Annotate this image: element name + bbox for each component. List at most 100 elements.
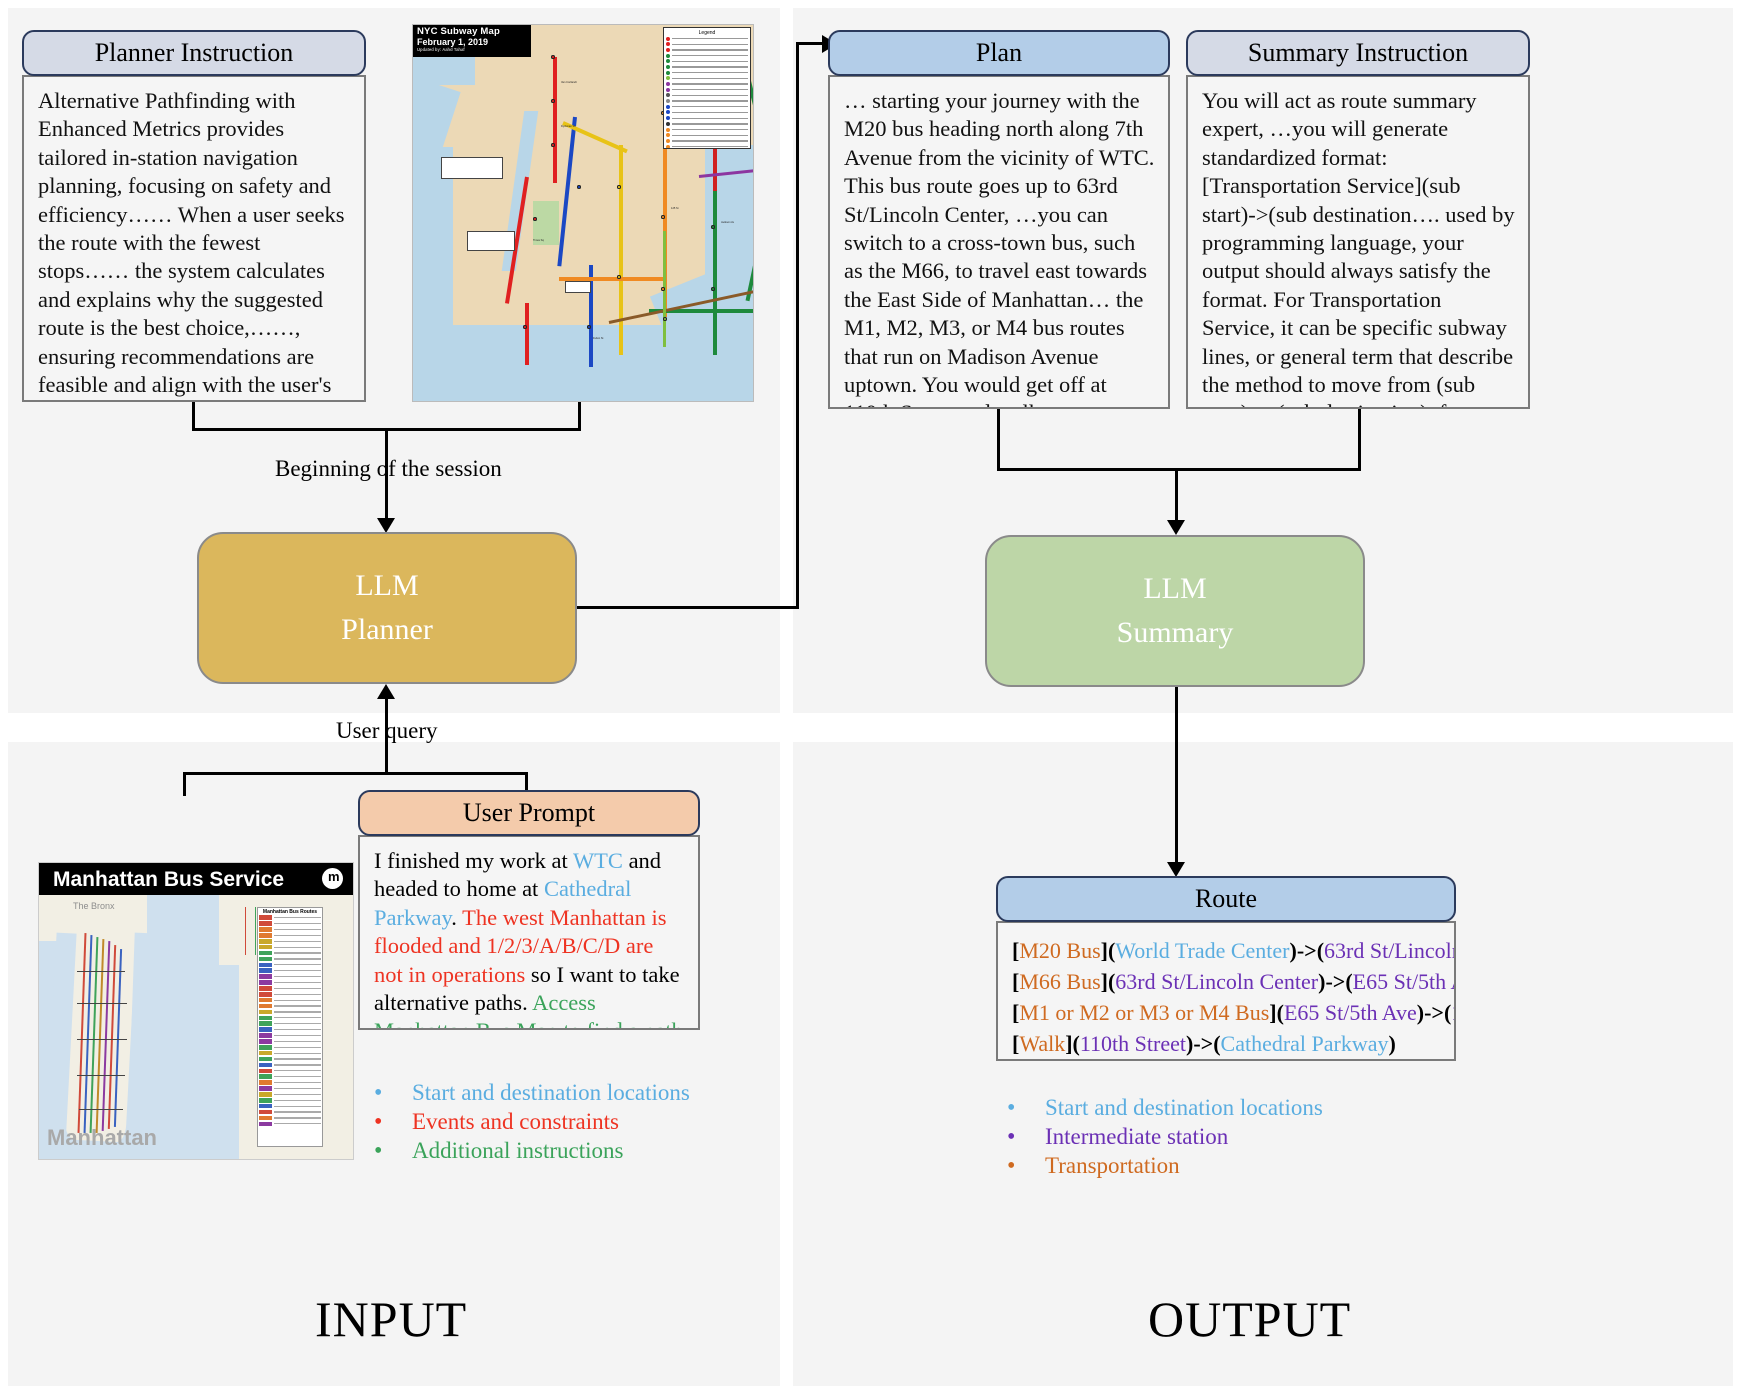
route-segment-0-4: )->( — [1289, 938, 1325, 963]
output-legend-label: Transportation — [1045, 1153, 1180, 1178]
bullet-icon: • — [374, 1080, 383, 1106]
llm-summary-node[interactable]: LLM Summary — [985, 535, 1365, 687]
manhattan-map-island-label: Manhattan — [47, 1125, 157, 1150]
input-legend: • Start and destination locations • Events … — [370, 1080, 750, 1167]
llm-summary-line2: Summary — [1116, 616, 1234, 649]
connector-summary-in-vert-right — [1358, 409, 1361, 471]
route-segment-3-1: Walk — [1019, 1031, 1066, 1056]
route-lines: [M20 Bus](World Trade Center)->(63rd St/… — [1012, 935, 1454, 1059]
plan-header: Plan — [828, 30, 1170, 76]
route-segment-1-2: ]( — [1100, 969, 1116, 994]
route-segment-0-1: M20 Bus — [1019, 938, 1101, 963]
summary-instruction-header: Summary Instruction — [1186, 30, 1530, 76]
input-legend-label: Start and destination locations — [412, 1080, 690, 1105]
plan-text: … starting your journey with the M20 bus… — [844, 88, 1155, 407]
route-segment-2-1: M1 or M2 or M3 or M4 Bus — [1019, 1000, 1270, 1025]
summary-instruction-title: Summary Instruction — [1247, 38, 1469, 67]
subway-map-legend: Legend — [663, 27, 751, 149]
manhattan-bus-map-image: The Bronx Manhattan Manhattan Bus Routes — [38, 862, 354, 1160]
route-segment-1-5: E65 St/5th Ave — [1352, 969, 1454, 994]
route-segment-3-3: 110th Street — [1079, 1031, 1186, 1056]
route-line: [M66 Bus](63rd St/Lincoln Center)->(E65 … — [1012, 966, 1454, 997]
bullet-icon: • — [1007, 1095, 1016, 1121]
connector-user-query-horiz — [183, 772, 528, 775]
output-legend-item: • Intermediate station — [1003, 1124, 1403, 1150]
llm-planner-node[interactable]: LLM Planner — [197, 532, 577, 684]
manhattan-map-header: Manhattan Bus Service — [39, 863, 353, 895]
output-legend-item: • Start and destination locations — [1003, 1095, 1403, 1121]
input-section-label: INPUT — [315, 1291, 468, 1347]
route-segment-3-4: )->( — [1186, 1031, 1221, 1056]
user-prompt-segment-4: . — [451, 904, 463, 930]
route-segment-1-4: )->( — [1318, 969, 1353, 994]
subway-map-title-block: NYC Subway Map February 1, 2019 Updated … — [413, 25, 531, 57]
route-segment-0-2: ]( — [1100, 938, 1116, 963]
user-prompt-segment-1: WTC — [572, 848, 623, 873]
llm-planner-line1: LLM — [355, 569, 419, 602]
route-segment-3-2: ]( — [1065, 1031, 1080, 1056]
route-line: [M20 Bus](World Trade Center)->(63rd St/… — [1012, 935, 1454, 966]
output-legend-label: Start and destination locations — [1045, 1095, 1323, 1120]
connector-label-user-query: User query — [336, 718, 438, 743]
planner-instruction-body: Alternative Pathfinding with Enhanced Me… — [22, 75, 366, 402]
output-section-label: OUTPUT — [1148, 1291, 1352, 1347]
connector-planner-in-vert-left — [192, 402, 195, 430]
plan-title: Plan — [975, 38, 1023, 67]
connector-planner-out-vert — [796, 42, 799, 609]
planner-instruction-text: Alternative Pathfinding with Enhanced Me… — [38, 88, 345, 398]
bullet-icon: • — [374, 1109, 383, 1135]
route-segment-2-5: 110th Street — [1451, 1000, 1454, 1025]
route-line: [M1 or M2 or M3 or M4 Bus](E65 St/5th Av… — [1012, 997, 1454, 1028]
user-prompt-header: User Prompt — [358, 790, 700, 836]
output-legend: • Start and destination locations • Interme… — [1003, 1095, 1403, 1182]
route-segment-2-2: ]( — [1269, 1000, 1284, 1025]
output-legend-item: • Transportation — [1003, 1153, 1403, 1179]
llm-planner-line2: Planner — [341, 613, 433, 646]
nyc-subway-map-image: Van Cortlandt Dyckman St Gun Hill Rd 125… — [412, 24, 754, 402]
planner-instruction-header: Planner Instruction — [22, 30, 366, 76]
input-legend-item: • Start and destination locations — [370, 1080, 750, 1106]
metro-badge-icon — [322, 868, 343, 889]
input-legend-item: • Events and constraints — [370, 1109, 750, 1135]
bullet-icon: • — [374, 1138, 383, 1164]
subway-map-credit: Updated by: Aahd Tahaf — [417, 47, 465, 52]
llm-summary-line1: LLM — [1143, 572, 1207, 605]
bullet-icon: • — [1007, 1124, 1016, 1150]
connector-summary-in-vert-left — [997, 409, 1000, 471]
manhattan-map-header-label: Manhattan Bus Service — [53, 868, 285, 891]
plan-body: … starting your journey with the M20 bus… — [828, 75, 1170, 409]
user-prompt-text: I finished my work at WTC and headed to … — [374, 847, 686, 1028]
user-prompt-segment-0: I finished my work at — [374, 848, 573, 873]
connector-summary-in-stem — [1175, 468, 1178, 526]
subway-map-date: February 1, 2019 — [417, 37, 489, 47]
manhattan-map-bronx-label: The Bronx — [73, 901, 115, 911]
route-segment-0-3: World Trade Center — [1115, 938, 1290, 963]
output-legend-label: Intermediate station — [1045, 1124, 1229, 1149]
route-segment-0-5: 63rd St/Lincoln Center — [1324, 938, 1456, 963]
route-segment-3-5: Cathedral Parkway — [1220, 1031, 1389, 1056]
subway-map-title: NYC Subway Map — [417, 26, 501, 37]
manhattan-map-routes-title: Manhattan Bus Routes — [262, 909, 318, 915]
user-prompt-title: User Prompt — [462, 798, 596, 827]
route-title: Route — [1194, 884, 1258, 913]
connector-route-in-arrow — [1167, 862, 1185, 877]
connector-user-query-vert-map — [183, 772, 186, 796]
route-body: [M20 Bus](World Trade Center)->(63rd St/… — [996, 921, 1456, 1061]
route-line: [Walk](110th Street)->(Cathedral Parkway… — [1012, 1028, 1442, 1059]
connector-summary-in-horiz — [997, 468, 1361, 471]
summary-instruction-body: You will act as route summary expert, …y… — [1186, 75, 1530, 409]
input-legend-label: Events and constraints — [412, 1109, 619, 1134]
bullet-icon: • — [1007, 1153, 1016, 1179]
route-segment-3-6: ) — [1388, 1031, 1396, 1056]
manhattan-map-routes-legend: Manhattan Bus Routes — [257, 907, 323, 1147]
user-prompt-body: I finished my work at WTC and headed to … — [358, 835, 700, 1030]
connector-summary-in-arrow — [1167, 520, 1185, 535]
route-segment-1-3: 63rd St/Lincoln Center — [1115, 969, 1319, 994]
planner-instruction-title: Planner Instruction — [94, 38, 294, 67]
connector-planner-in-arrow — [377, 518, 395, 533]
input-legend-label: Additional instructions — [412, 1138, 624, 1163]
connector-label-beginning-session: Beginning of the session — [275, 456, 502, 481]
flowchart-root: Planner Instruction Alternative Pathfind… — [0, 0, 1742, 1394]
connector-planner-out-horiz — [577, 606, 799, 609]
summary-instruction-text: You will act as route summary expert, …y… — [1202, 88, 1515, 407]
